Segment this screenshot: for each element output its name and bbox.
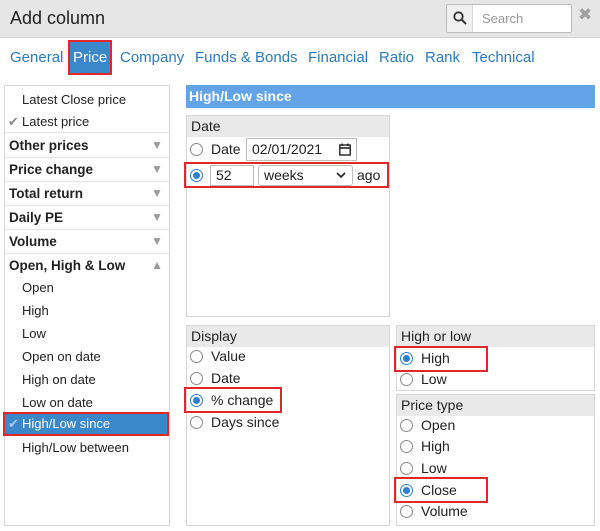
list-item-latest-close-price[interactable]: Latest Close price — [5, 89, 169, 111]
expand-arrow-icon: ▼ — [151, 138, 163, 152]
price-type-section: Price type Open High Low Close Volume — [394, 394, 595, 526]
price-type-option-low[interactable]: Low — [400, 460, 447, 476]
group-price-change[interactable]: Price change ▼ — [5, 158, 169, 182]
calendar-icon[interactable] — [339, 143, 351, 156]
category-tabs: General Price Company Funds & Bonds Fina… — [0, 38, 600, 78]
dialog-title: Add column — [10, 8, 106, 28]
expand-arrow-icon: ▼ — [151, 162, 163, 176]
high-low-option-high[interactable]: High — [400, 350, 450, 366]
check-icon: ✔ — [8, 114, 19, 129]
list-item-high[interactable]: High — [5, 299, 169, 322]
dialog-header: Add column ✖ — [0, 0, 600, 38]
display-option-value[interactable]: Value — [190, 348, 246, 364]
price-type-option-close[interactable]: Close — [400, 482, 457, 498]
list-item-open-on-date[interactable]: Open on date — [5, 345, 169, 368]
group-total-return[interactable]: Total return ▼ — [5, 182, 169, 206]
radio-button[interactable] — [400, 373, 413, 386]
radio-button[interactable] — [190, 372, 203, 385]
tab-company[interactable]: Company — [120, 49, 184, 66]
high-low-section-heading: High or low — [397, 326, 594, 347]
date-input[interactable]: 02/01/2021 — [246, 138, 357, 161]
display-option-date[interactable]: Date — [190, 370, 241, 386]
radio-button[interactable] — [400, 440, 413, 453]
check-icon: ✔ — [8, 416, 19, 431]
search-input[interactable] — [474, 5, 571, 32]
close-icon[interactable]: ✖ — [578, 5, 592, 25]
price-type-section-heading: Price type — [397, 395, 594, 416]
ago-number-input[interactable]: 52 — [210, 165, 254, 186]
price-type-option-high[interactable]: High — [400, 438, 450, 454]
ago-suffix: ago — [357, 167, 381, 183]
tab-ratio[interactable]: Ratio — [379, 49, 414, 66]
expand-arrow-icon: ▼ — [151, 210, 163, 224]
panel-title: High/Low since — [186, 85, 595, 108]
radio-button[interactable] — [190, 350, 203, 363]
column-list: Latest Close price ✔ Latest price Other p… — [3, 85, 170, 526]
tab-funds-bonds[interactable]: Funds & Bonds — [195, 49, 298, 66]
high-low-section: High or low High Low — [394, 325, 595, 391]
group-other-prices[interactable]: Other prices ▼ — [5, 134, 169, 158]
search-icon[interactable] — [447, 5, 473, 32]
date-radio[interactable] — [190, 143, 203, 156]
tab-price[interactable]: Price — [68, 40, 113, 75]
display-section-heading: Display — [187, 326, 389, 347]
tab-financial[interactable]: Financial — [308, 49, 368, 66]
search-box — [446, 4, 572, 33]
list-item-latest-price[interactable]: ✔ Latest price — [5, 111, 169, 133]
radio-button[interactable] — [400, 462, 413, 475]
price-type-option-open[interactable]: Open — [400, 417, 455, 433]
tab-rank[interactable]: Rank — [425, 49, 460, 66]
price-type-option-volume[interactable]: Volume — [400, 503, 468, 519]
radio-button[interactable] — [400, 419, 413, 432]
radio-button[interactable] — [400, 352, 413, 365]
radio-button[interactable] — [190, 416, 203, 429]
ago-radio[interactable] — [190, 169, 203, 182]
tab-technical[interactable]: Technical — [472, 49, 535, 66]
list-item-low-on-date[interactable]: Low on date — [5, 391, 169, 414]
list-item-low[interactable]: Low — [5, 322, 169, 345]
high-low-option-low[interactable]: Low — [400, 371, 447, 387]
collapse-arrow-icon: ▲ — [151, 258, 163, 272]
display-option-percent-change[interactable]: % change — [190, 392, 273, 408]
radio-button[interactable] — [400, 484, 413, 497]
list-item-high-low-since[interactable]: ✔ High/Low since — [3, 412, 169, 436]
list-item-high-low-between[interactable]: High/Low between — [5, 436, 169, 459]
radio-button[interactable] — [400, 505, 413, 518]
tab-general[interactable]: General — [10, 49, 63, 66]
list-item-high-on-date[interactable]: High on date — [5, 368, 169, 391]
list-item-open[interactable]: Open — [5, 276, 169, 299]
group-volume[interactable]: Volume ▼ — [5, 230, 169, 254]
group-open-high-low[interactable]: Open, High & Low ▲ — [5, 254, 169, 278]
display-section: Display Value Date % change Days since — [184, 325, 390, 526]
date-section: Date Date 02/01/2021 52 weeks ago — [184, 115, 390, 317]
ago-option[interactable] — [190, 167, 211, 183]
radio-button[interactable] — [190, 394, 203, 407]
expand-arrow-icon: ▼ — [151, 186, 163, 200]
ago-unit-select[interactable]: weeks — [258, 165, 353, 186]
chevron-down-icon — [336, 172, 346, 179]
date-option[interactable]: Date — [190, 141, 241, 157]
display-option-days-since[interactable]: Days since — [190, 414, 279, 430]
expand-arrow-icon: ▼ — [151, 234, 163, 248]
group-daily-pe[interactable]: Daily PE ▼ — [5, 206, 169, 230]
date-section-heading: Date — [187, 116, 389, 137]
